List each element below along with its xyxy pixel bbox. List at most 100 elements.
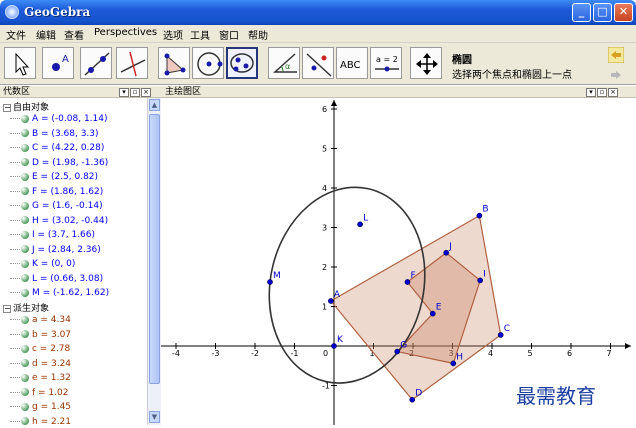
algebra-item-dep-0[interactable]: a = 4.34 [10, 315, 71, 328]
algebra-item-value[interactable]: c = 2.78 [32, 344, 70, 354]
menu-file[interactable]: 文件 [6, 27, 26, 42]
algebra-item-free-5[interactable]: F = (1.86, 1.62) [10, 187, 103, 200]
visibility-toggle-icon[interactable] [21, 230, 29, 239]
visibility-toggle-icon[interactable] [21, 129, 29, 137]
algebra-item-dep-4[interactable]: e = 1.32 [10, 373, 71, 386]
algebra-view-close-button[interactable]: × [141, 88, 151, 97]
algebra-item-value[interactable]: H = (3.02, -0.44) [32, 216, 108, 226]
algebra-item-free-8[interactable]: I = (3.7, 1.66) [10, 230, 95, 243]
algebra-item-free-4[interactable]: E = (2.5, 0.82) [10, 172, 98, 185]
visibility-toggle-icon[interactable] [21, 373, 29, 382]
menu-view[interactable]: 查看 [64, 27, 84, 42]
algebra-item-value[interactable]: e = 1.32 [32, 373, 71, 383]
algebra-item-value[interactable]: I = (3.7, 1.66) [32, 230, 95, 240]
graphics-view-detach-button[interactable]: ▫ [597, 88, 607, 97]
algebra-item-dep-5[interactable]: f = 1.02 [10, 388, 68, 401]
graphics-view-menu-button[interactable]: ▾ [586, 88, 596, 97]
point-B[interactable] [476, 212, 483, 219]
visibility-toggle-icon[interactable] [21, 344, 29, 353]
algebra-item-value[interactable]: h = 2.21 [32, 417, 71, 426]
point-K[interactable] [331, 343, 337, 349]
algebra-item-value[interactable]: D = (1.98, -1.36) [32, 158, 108, 168]
ellipse-tool-button[interactable] [226, 47, 258, 79]
angle-tool-button[interactable]: α [268, 47, 300, 79]
algebra-item-value[interactable]: A = (-0.08, 1.14) [32, 114, 108, 124]
graphics-view-close-button[interactable]: × [608, 88, 618, 97]
scroll-thumb[interactable] [149, 114, 160, 384]
menu-help[interactable]: 帮助 [248, 27, 268, 42]
visibility-toggle-icon[interactable] [21, 330, 29, 338]
algebra-item-free-11[interactable]: L = (0.66, 3.08) [10, 274, 103, 287]
algebra-item-value[interactable]: b = 3.07 [32, 330, 71, 340]
algebra-item-value[interactable]: B = (3.68, 3.3) [32, 129, 99, 139]
move-graphics-view-tool-button[interactable] [410, 47, 442, 79]
algebra-item-value[interactable]: F = (1.86, 1.62) [32, 187, 103, 197]
visibility-toggle-icon[interactable] [21, 201, 29, 210]
collapse-icon[interactable]: − [3, 304, 11, 313]
algebra-item-value[interactable]: g = 1.45 [32, 402, 71, 412]
polygon-abcd[interactable] [329, 214, 502, 401]
point-H[interactable] [450, 360, 457, 367]
point-C[interactable] [497, 332, 504, 338]
visibility-toggle-icon[interactable] [21, 288, 29, 297]
algebra-item-free-3[interactable]: D = (1.98, -1.36) [10, 158, 108, 171]
algebra-item-dep-2[interactable]: c = 2.78 [10, 344, 70, 357]
algebra-item-value[interactable]: C = (4.22, 0.28) [32, 143, 104, 153]
visibility-toggle-icon[interactable] [21, 259, 29, 268]
visibility-toggle-icon[interactable] [21, 187, 29, 195]
visibility-toggle-icon[interactable] [21, 315, 29, 324]
menu-edit[interactable]: 编辑 [36, 27, 56, 42]
visibility-toggle-icon[interactable] [21, 158, 29, 166]
algebra-item-dep-1[interactable]: b = 3.07 [10, 330, 71, 343]
text-tool-button[interactable]: ABC [336, 47, 368, 79]
algebra-item-free-2[interactable]: C = (4.22, 0.28) [10, 143, 104, 156]
graphics-canvas[interactable]: -4 -3 -2 -1 0 1 2 3 4 5 6 7654321-1ABCDEFGHIJKLM [161, 98, 636, 425]
visibility-toggle-icon[interactable] [21, 388, 29, 396]
algebra-item-value[interactable]: M = (-1.62, 1.62) [32, 288, 109, 298]
menu-options[interactable]: 选项 [163, 27, 183, 42]
scroll-down-arrow-icon[interactable]: ▼ [149, 411, 160, 423]
algebra-item-dep-7[interactable]: h = 2.21 [10, 417, 71, 426]
algebra-item-free-9[interactable]: J = (2.84, 2.36) [10, 245, 101, 258]
algebra-view-menu-button[interactable]: ▾ [119, 88, 129, 97]
polygon-tool-button[interactable] [158, 47, 190, 79]
visibility-toggle-icon[interactable] [21, 245, 29, 253]
slider-tool-button[interactable]: a = 2 [370, 47, 402, 79]
algebra-item-free-7[interactable]: H = (3.02, -0.44) [10, 216, 108, 229]
perpendicular-line-tool-button[interactable] [116, 47, 148, 79]
algebra-item-value[interactable]: E = (2.5, 0.82) [32, 172, 98, 182]
point-J[interactable] [443, 249, 450, 256]
visibility-toggle-icon[interactable] [21, 172, 29, 181]
graphics-view[interactable]: -4 -3 -2 -1 0 1 2 3 4 5 6 7 6 5 4 3 2 1 -1 A B C D E F G H I J K L M [161, 98, 636, 425]
free-objects-group[interactable]: − 自由对象 [3, 100, 49, 113]
algebra-item-free-0[interactable]: A = (-0.08, 1.14) [10, 114, 108, 127]
visibility-toggle-icon[interactable] [21, 402, 29, 411]
circle-tool-button[interactable] [192, 47, 224, 79]
algebra-scrollbar[interactable]: ▲ ▼ [147, 98, 161, 425]
maximize-button[interactable]: □ [593, 3, 612, 22]
algebra-item-free-12[interactable]: M = (-1.62, 1.62) [10, 288, 109, 301]
algebra-item-free-10[interactable]: K = (0, 0) [10, 259, 75, 272]
visibility-toggle-icon[interactable] [21, 114, 29, 123]
point-G[interactable] [394, 348, 401, 355]
algebra-item-value[interactable]: G = (1.6, -0.14) [32, 201, 103, 211]
scroll-up-arrow-icon[interactable]: ▲ [149, 99, 160, 111]
menu-tools[interactable]: 工具 [190, 27, 210, 42]
menu-perspectives[interactable]: Perspectives [94, 27, 157, 38]
undo-icon[interactable] [608, 47, 624, 63]
point-A[interactable] [327, 298, 334, 304]
algebra-item-dep-6[interactable]: g = 1.45 [10, 402, 71, 415]
algebra-item-value[interactable]: L = (0.66, 3.08) [32, 274, 103, 284]
visibility-toggle-icon[interactable] [21, 274, 29, 282]
collapse-icon[interactable]: − [3, 103, 11, 112]
point-F[interactable] [404, 279, 411, 285]
close-button[interactable]: ✕ [614, 3, 633, 22]
algebra-view-detach-button[interactable]: ▫ [130, 88, 140, 97]
line-tool-button[interactable] [80, 47, 112, 79]
algebra-item-value[interactable]: J = (2.84, 2.36) [32, 245, 101, 255]
point-E[interactable] [429, 310, 436, 317]
algebra-item-value[interactable]: f = 1.02 [32, 388, 68, 398]
algebra-item-dep-3[interactable]: d = 3.24 [10, 359, 71, 372]
point-D[interactable] [409, 396, 416, 403]
move-tool-button[interactable] [4, 47, 36, 79]
